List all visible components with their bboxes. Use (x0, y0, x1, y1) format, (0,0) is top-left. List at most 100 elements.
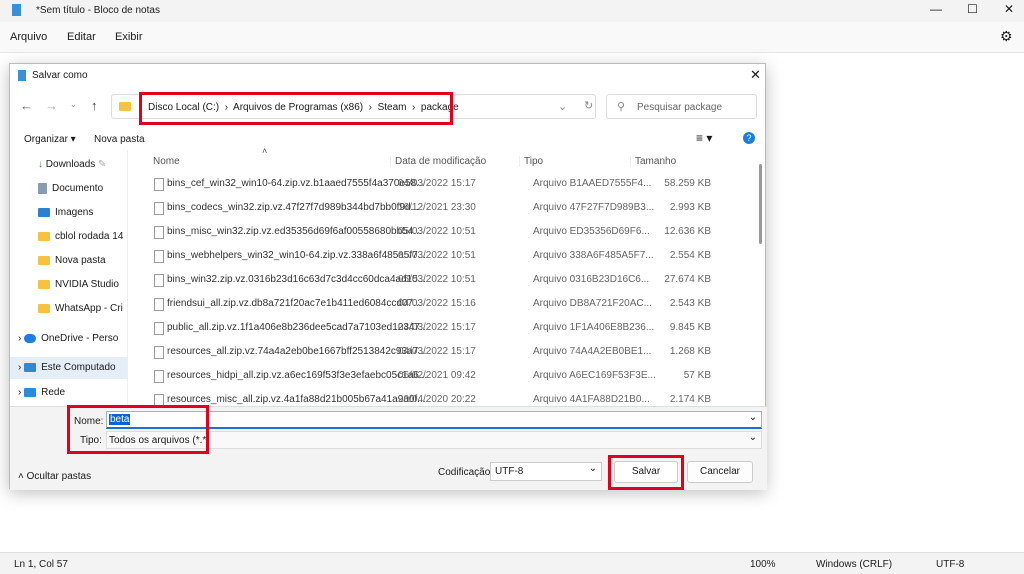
download-icon: ↓ (38, 159, 43, 170)
sidebar-item-this-pc[interactable]: › Este Computado (10, 357, 127, 379)
dialog-close-button[interactable]: ✕ (750, 67, 761, 83)
file-row[interactable]: bins_win32.zip.vz.0316b23d16c63d7c3d4cc6… (147, 268, 717, 292)
file-type: Arquivo 338A6F485A5F7... (533, 250, 654, 261)
refresh-icon[interactable]: ↻ (584, 99, 593, 112)
file-row[interactable]: bins_webhelpers_win32_win10-64.zip.vz.33… (147, 244, 717, 268)
file-icon (154, 202, 164, 215)
dropdown-chevron-icon[interactable]: ⌄ (558, 100, 567, 113)
folder-icon (119, 102, 131, 111)
column-name[interactable]: Nome (153, 156, 180, 167)
file-row[interactable]: bins_misc_win32.zip.vz.ed35356d69f6af005… (147, 220, 717, 244)
cursor-position: Ln 1, Col 57 (14, 559, 68, 570)
file-icon (154, 274, 164, 287)
file-date: 04/03/2022 15:17 (398, 322, 476, 333)
sidebar-label: WhatsApp - Cri (55, 303, 123, 314)
menu-exibir[interactable]: Exibir (115, 31, 143, 43)
file-date: 05/03/2022 10:51 (398, 274, 476, 285)
file-icon (154, 346, 164, 359)
column-type[interactable]: Tipo (519, 156, 543, 167)
sidebar-label: NVIDIA Studio (55, 279, 119, 290)
menu-arquivo[interactable]: Arquivo (10, 31, 47, 43)
notepad-icon (12, 4, 21, 16)
recent-chevron-icon[interactable]: ⌄ (70, 100, 77, 109)
file-row[interactable]: friendsui_all.zip.vz.db8a721f20ac7e1b411… (147, 292, 717, 316)
help-icon[interactable]: ? (743, 132, 755, 144)
file-type: Arquivo 1F1A406E8B236... (533, 322, 655, 333)
hide-folders-button[interactable]: ˄ Ocultar pastas (18, 471, 91, 482)
file-type: Arquivo DB8A721F20AC... (533, 298, 652, 309)
encoding-label: Codificação: (438, 467, 494, 478)
file-name: resources_all.zip.vz.74a4a2eb0be1667bff2… (167, 346, 427, 357)
file-date: 06/02/2021 09:42 (398, 370, 476, 381)
column-headers: ˄ Nome Data de modificação Tipo Tamanho (138, 146, 728, 172)
up-arrow-icon[interactable]: ↑ (91, 98, 98, 113)
sidebar-label: cblol rodada 14 (55, 231, 124, 242)
sidebar-item-network[interactable]: › Rede (18, 387, 65, 398)
folder-icon (38, 231, 50, 241)
folder-icon (38, 279, 50, 289)
column-date[interactable]: Data de modificação (390, 156, 486, 167)
file-date: 04/03/2022 15:17 (398, 178, 476, 189)
search-placeholder: Pesquisar package (637, 102, 723, 113)
file-name: bins_misc_win32.zip.vz.ed35356d69f6af005… (167, 226, 422, 237)
forward-arrow-icon[interactable]: → (45, 98, 58, 113)
file-name: public_all.zip.vz.1f1a406e8b236dee5cad7a… (167, 322, 429, 333)
hide-folders-label: Ocultar pastas (26, 471, 92, 482)
organize-button[interactable]: Organizar ▾ (24, 134, 76, 145)
file-size: 2.554 KB (669, 250, 711, 261)
file-size: 2.174 KB (669, 394, 711, 405)
sidebar-label: Rede (41, 387, 66, 398)
folder-icon (38, 255, 50, 265)
file-icon (154, 322, 164, 335)
file-type: Arquivo 0316B23D16C6... (533, 274, 650, 285)
settings-gear-icon[interactable]: ⚙ (1000, 28, 1013, 45)
filename-highlight (67, 405, 209, 454)
vertical-scrollbar[interactable] (759, 164, 762, 244)
close-button[interactable]: ✕ (1004, 2, 1014, 16)
menu-editar[interactable]: Editar (67, 31, 96, 43)
file-type: Arquivo 4A1FA88D21B0... (533, 394, 650, 405)
maximize-button[interactable]: ☐ (967, 2, 978, 16)
new-folder-button[interactable]: Nova pasta (94, 134, 145, 145)
sidebar-item-nova-pasta[interactable]: Nova pasta (38, 255, 106, 266)
file-name: resources_hidpi_all.zip.vz.a6ec169f53f3e… (167, 370, 428, 381)
filetype-chevron-icon: ⌄ (748, 432, 757, 443)
encoding-select[interactable]: UTF-8 ⌄ (490, 462, 602, 481)
file-row[interactable]: resources_all.zip.vz.74a4a2eb0be1667bff2… (147, 340, 717, 364)
file-size: 9.845 KB (669, 322, 711, 333)
file-date: 04/03/2022 15:16 (398, 298, 476, 309)
sidebar-item-cblol[interactable]: cblol rodada 14 (38, 231, 123, 242)
file-row[interactable]: bins_codecs_win32.zip.vz.47f27f7d989b344… (147, 196, 717, 220)
window-title: *Sem título - Bloco de notas (36, 5, 160, 16)
minimize-button[interactable]: — (930, 2, 942, 16)
file-date: 05/03/2022 10:51 (398, 226, 476, 237)
filename-chevron-icon[interactable]: ⌄ (749, 412, 757, 423)
view-options-icon[interactable]: ≡ ▾ (696, 131, 712, 145)
sidebar-item-nvidia[interactable]: NVIDIA Studio (38, 279, 119, 290)
menu-bar: Arquivo Editar Exibir ⚙ (0, 25, 1024, 50)
pin-icon: ✎ (98, 159, 107, 170)
column-size[interactable]: Tamanho (630, 156, 676, 167)
sidebar-item-documents[interactable]: Documento (38, 183, 103, 194)
sort-chevron-icon: ˄ (262, 146, 268, 156)
sidebar-item-onedrive[interactable]: › OneDrive - Perso (18, 333, 118, 344)
file-row[interactable]: public_all.zip.vz.1f1a406e8b236dee5cad7a… (147, 316, 717, 340)
file-row[interactable]: resources_hidpi_all.zip.vz.a6ec169f53f3e… (147, 364, 717, 388)
file-size: 12.636 KB (664, 226, 711, 237)
save-highlight (608, 455, 684, 490)
cancel-button[interactable]: Cancelar (687, 461, 753, 483)
sidebar-label: Nova pasta (55, 255, 106, 266)
file-name: friendsui_all.zip.vz.db8a721f20ac7e1b411… (167, 298, 422, 309)
image-icon (38, 207, 50, 217)
file-date: 16/12/2021 23:30 (398, 202, 476, 213)
search-icon: ⚲ (617, 101, 626, 113)
sidebar-item-images[interactable]: Imagens (38, 207, 93, 218)
sidebar-label: Este Computado (41, 362, 116, 373)
sidebar-item-whatsapp[interactable]: WhatsApp - Cri (38, 303, 123, 314)
search-input[interactable]: ⚲ Pesquisar package (606, 94, 757, 119)
computer-icon (24, 362, 37, 372)
sidebar-label: Imagens (55, 207, 94, 218)
file-row[interactable]: bins_cef_win32_win10-64.zip.vz.b1aaed755… (147, 172, 717, 196)
sidebar-item-downloads[interactable]: ↓ Downloads ✎ (38, 159, 106, 170)
back-arrow-icon[interactable]: ← (20, 98, 33, 113)
